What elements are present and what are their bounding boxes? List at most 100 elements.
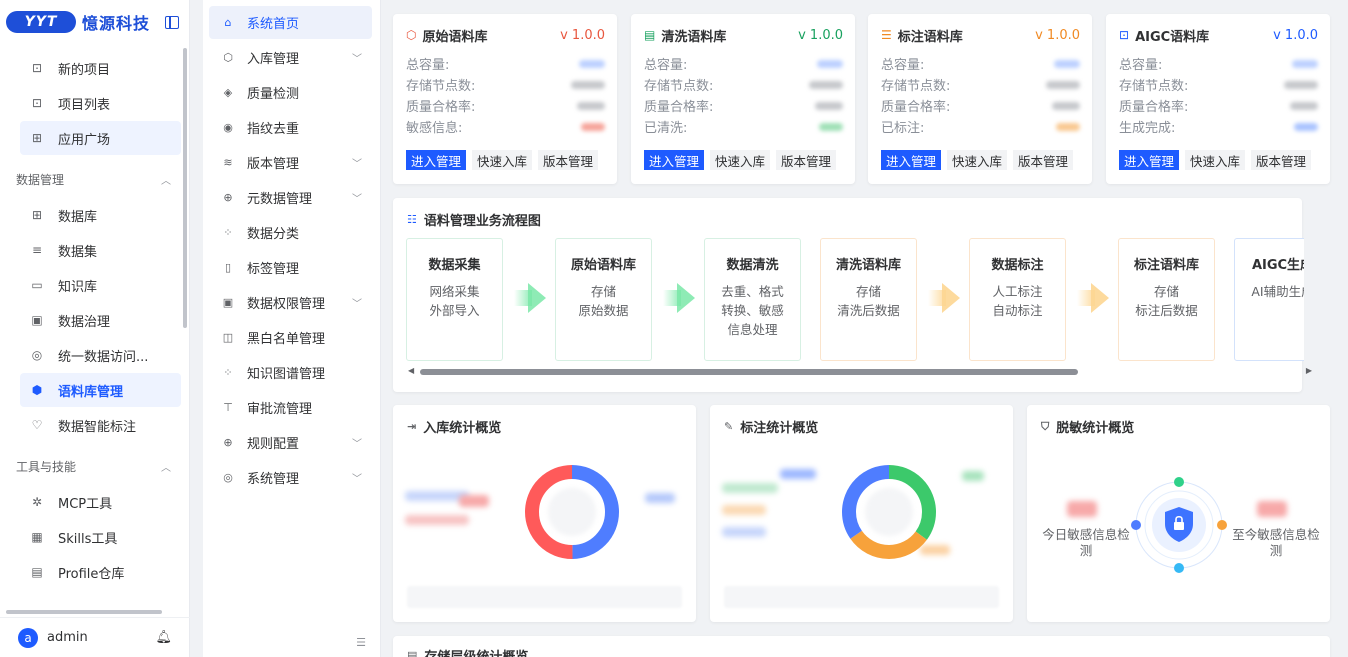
sidebar-group-label: 数据管理 <box>16 172 65 187</box>
sidebar-item-label: MCP工具 <box>58 496 113 512</box>
brand-logo[interactable]: YYT <box>6 11 76 33</box>
stat-label: 已标注: <box>881 121 925 136</box>
annotation-stats-card: ✎ 标注统计概览 <box>710 405 1013 622</box>
stat-value-hidden <box>817 59 843 68</box>
gear-hex-icon: ⬢ <box>31 383 43 397</box>
library-title: 标注语料库 <box>897 29 963 45</box>
sidebar-item-mcp-tools[interactable]: ✲ MCP工具 <box>20 485 181 519</box>
library-card-cleaned: ▤ 清洗语料库 v 1.0.0 总容量: 存储节点数: 质量合格率: 已清洗: … <box>631 14 855 184</box>
version-management-button[interactable]: 版本管理 <box>538 150 599 170</box>
logo-row: YYT 憶源科技 <box>0 0 189 44</box>
library-version: v 1.0.0 <box>1035 27 1080 43</box>
sidebar-item-data-governance[interactable]: ▣ 数据治理 <box>20 303 181 337</box>
sidebar-collapse-icon[interactable] <box>165 15 179 29</box>
version-management-button[interactable]: 版本管理 <box>1251 150 1312 170</box>
flow-horizontal-scrollbar[interactable]: ◀ ▶ <box>406 366 1314 378</box>
sidebar-item-knowledge-base[interactable]: ▭ 知识库 <box>20 268 181 302</box>
step-desc: 原始数据 <box>578 303 629 318</box>
sidebar-horizontal-scrollbar[interactable] <box>6 610 162 614</box>
ingest-stats-title: 入库统计概览 <box>423 421 502 436</box>
subnav-item-version[interactable]: ≋ 版本管理 ﹀ <box>209 146 372 179</box>
flow-arrow-icon <box>1073 283 1113 313</box>
sidebar-item-skills-tools[interactable]: ▦ Skills工具 <box>20 520 181 554</box>
flow-steps-track[interactable]: 数据采集 网络采集 外部导入 原始语料库 存储 原始数据 数据清洗 去重、格式 … <box>406 238 1304 362</box>
category-icon: ⁘ <box>223 226 233 239</box>
book-icon: ▭ <box>31 278 43 292</box>
chevron-down-icon: ﹀ <box>352 194 362 205</box>
quick-ingest-button[interactable]: 快速入库 <box>710 150 771 170</box>
subnav-item-metadata[interactable]: ⊕ 元数据管理 ﹀ <box>209 181 372 214</box>
subnav-item-blackwhite-list[interactable]: ◫ 黑白名单管理 <box>209 321 372 354</box>
sidebar-item-profile-repo[interactable]: ▤ Profile仓库 <box>20 555 181 589</box>
enter-management-button[interactable]: 进入管理 <box>406 150 467 170</box>
sidebar-item-dataset[interactable]: ≡ 数据集 <box>20 233 181 267</box>
library-stat-row: 总容量: <box>1119 53 1318 74</box>
box-icon: ⬡ <box>223 51 233 64</box>
subnav-item-quality[interactable]: ◈ 质量检测 <box>209 76 372 109</box>
subnav-item-knowledge-graph[interactable]: ⁘ 知识图谱管理 <box>209 356 372 389</box>
user-profile-row[interactable]: a admin 🔔︎ <box>0 617 190 657</box>
scrollbar-thumb[interactable] <box>420 369 1078 375</box>
main-sidebar: YYT 憶源科技 ⊡ 新的项目 ⊡ 项目列表 ⊞ 应用广场 数据管理 ︿ ⊞ 数… <box>0 0 190 657</box>
quick-ingest-button[interactable]: 快速入库 <box>1185 150 1246 170</box>
value-blurred <box>1257 501 1287 517</box>
chevron-down-icon: ﹀ <box>352 439 362 450</box>
subnav-item-rules[interactable]: ⊕ 规则配置 ﹀ <box>209 426 372 459</box>
quick-ingest-button[interactable]: 快速入库 <box>472 150 533 170</box>
menu-fold-icon[interactable]: ☰ <box>356 636 366 649</box>
sidebar-item-label: 数据治理 <box>58 314 111 330</box>
sidebar-item-project-list[interactable]: ⊡ 项目列表 <box>20 86 181 120</box>
avatar[interactable]: a <box>18 627 38 648</box>
sidebar-item-smart-annotation[interactable]: ♡ 数据智能标注 <box>20 408 181 442</box>
sidebar-item-new-project[interactable]: ⊡ 新的项目 <box>20 51 181 85</box>
layers-icon: ≋ <box>223 156 233 169</box>
subnav-item-label: 入库管理 <box>247 52 300 67</box>
subnav-item-tags[interactable]: ▯ 标签管理 <box>209 251 372 284</box>
orbit-dot <box>1131 520 1141 530</box>
subnav-item-classification[interactable]: ⁘ 数据分类 <box>209 216 372 249</box>
apps-icon: ⊞ <box>31 131 43 145</box>
subnav-item-ingest[interactable]: ⬡ 入库管理 ﹀ <box>209 41 372 74</box>
sidebar-group-data-management[interactable]: 数据管理 ︿ <box>0 161 189 197</box>
sidebar-group-tools[interactable]: 工具与技能 ︿ <box>0 448 189 484</box>
compass-icon: ◎ <box>31 348 43 362</box>
annotation-stats-title: 标注统计概览 <box>740 421 819 436</box>
annotation-donut-chart <box>842 465 936 559</box>
chevron-down-icon: ﹀ <box>352 299 362 310</box>
table-icon: ☰ <box>881 28 892 42</box>
stat-label: 生成完成: <box>1119 121 1176 136</box>
step-desc: 网络采集 <box>429 284 480 299</box>
enter-management-button[interactable]: 进入管理 <box>1119 150 1180 170</box>
stat-value-hidden <box>815 101 843 110</box>
business-flow-card: ☷ 语料管理业务流程图 数据采集 网络采集 外部导入 原始语料库 存储 原始数据… <box>393 198 1312 392</box>
version-management-button[interactable]: 版本管理 <box>1013 150 1074 170</box>
bell-icon[interactable]: 🔔︎ <box>155 630 172 645</box>
sidebar-item-label: Skills工具 <box>58 531 118 547</box>
sidebar-vertical-scrollbar[interactable] <box>183 48 187 328</box>
step-name: 清洗语料库 <box>835 258 901 273</box>
library-stat-row: 生成完成: <box>1119 116 1318 137</box>
step-desc: 清洗后数据 <box>837 303 900 318</box>
sidebar-item-corpus-management[interactable]: ⬢ 语料库管理 <box>20 373 181 407</box>
grid-icon: ⊞ <box>31 208 43 222</box>
sidebar-item-database[interactable]: ⊞ 数据库 <box>20 198 181 232</box>
value-blurred <box>780 469 816 479</box>
version-management-button[interactable]: 版本管理 <box>776 150 837 170</box>
enter-management-button[interactable]: 进入管理 <box>644 150 705 170</box>
sidebar-item-app-square[interactable]: ⊞ 应用广场 <box>20 121 181 155</box>
subnav-item-permissions[interactable]: ▣ 数据权限管理 ﹀ <box>209 286 372 319</box>
cog-icon: ✲ <box>31 495 43 509</box>
sidebar-item-unified-access[interactable]: ◎ 统一数据访问... <box>20 338 181 372</box>
quick-ingest-button[interactable]: 快速入库 <box>947 150 1008 170</box>
storage-stats-title: 存储层级统计概览 <box>424 646 528 657</box>
skills-icon: ▦ <box>31 530 43 544</box>
step-desc: 存储 <box>855 284 881 299</box>
enter-management-button[interactable]: 进入管理 <box>881 150 942 170</box>
stat-value-hidden <box>571 80 605 89</box>
scroll-left-icon[interactable]: ◀ <box>408 366 414 375</box>
subnav-item-system[interactable]: ◎ 系统管理 ﹀ <box>209 461 372 494</box>
subnav-item-approval[interactable]: ⊤ 审批流管理 <box>209 391 372 424</box>
subnav-item-home[interactable]: ⌂ 系统首页 <box>209 6 372 39</box>
scroll-right-icon[interactable]: ▶ <box>1306 366 1312 375</box>
subnav-item-dedup[interactable]: ◉ 指纹去重 <box>209 111 372 144</box>
